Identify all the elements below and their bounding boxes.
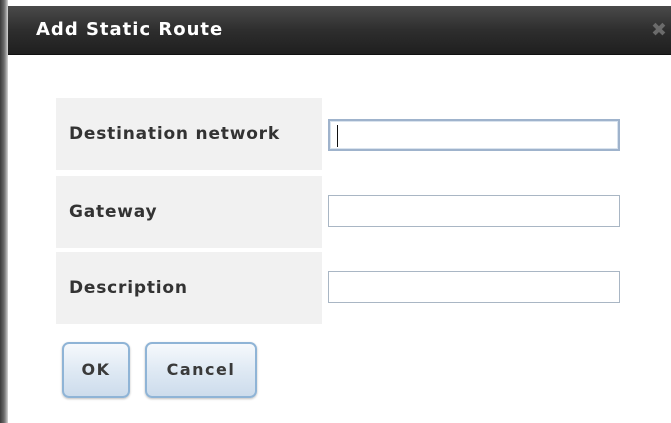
text-caret xyxy=(337,125,338,147)
destination-network-label: Destination network xyxy=(69,124,280,144)
gateway-row: Gateway xyxy=(56,176,322,248)
description-row: Description xyxy=(56,252,322,324)
ok-button[interactable]: OK xyxy=(62,342,130,398)
cancel-button[interactable]: Cancel xyxy=(145,342,257,398)
dialog-titlebar[interactable]: Add Static Route ✖ xyxy=(8,6,671,55)
close-icon[interactable]: ✖ xyxy=(649,20,669,40)
destination-network-input[interactable] xyxy=(328,119,620,151)
dialog-title: Add Static Route xyxy=(36,19,224,40)
add-static-route-dialog: Add Static Route ✖ Destination network G… xyxy=(0,0,671,423)
gateway-label: Gateway xyxy=(69,202,158,222)
window-edge xyxy=(0,0,8,423)
description-input[interactable] xyxy=(328,271,620,303)
destination-network-row: Destination network xyxy=(56,98,322,170)
description-label: Description xyxy=(69,278,188,298)
gateway-input[interactable] xyxy=(328,195,620,227)
